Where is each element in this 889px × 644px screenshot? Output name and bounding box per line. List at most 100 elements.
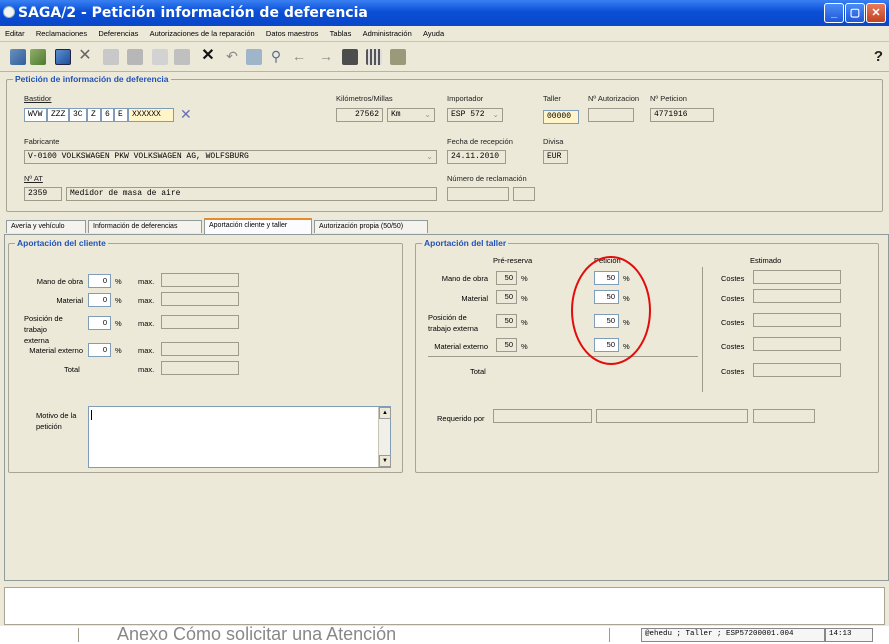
- estimado-separator: [702, 267, 703, 392]
- taller-field[interactable]: 00000: [543, 110, 579, 124]
- taller-posicion-externa-prereserva-field: 50: [496, 314, 517, 328]
- cliente-posicion-externa-max-field: [161, 315, 239, 329]
- taller-posicion-externa-pct-pre: %: [521, 318, 528, 327]
- menu-autorizaciones[interactable]: Autorizaciones de la reparación: [145, 26, 259, 38]
- cliente-posicion-externa-field[interactable]: 0: [88, 316, 111, 330]
- fabricante-label: Fabricante: [24, 137, 60, 146]
- scroll-down-icon[interactable]: ▼: [379, 455, 391, 467]
- taller-material-externo-pct-pre: %: [521, 342, 528, 351]
- status-separator-1: [78, 628, 79, 642]
- requerido-por-field-3: [753, 409, 815, 423]
- menu-editar[interactable]: Editar: [0, 26, 29, 38]
- km-unit-select[interactable]: Km ⌄: [387, 108, 435, 122]
- cliente-material-field[interactable]: 0: [88, 293, 111, 307]
- taller-mano-obra-pct-pre: %: [521, 274, 528, 283]
- cliente-posicion-externa-label: Posición de trabajo externa: [24, 314, 63, 345]
- bastidor-serial-field[interactable]: XXXXXX: [128, 108, 174, 122]
- clear-vin-icon[interactable]: ✕: [180, 106, 192, 123]
- taller-total-label: Total: [470, 367, 486, 376]
- search-icon[interactable]: ⚲: [268, 49, 284, 65]
- window-title-bar: SAGA/2 - Petición información de deferen…: [0, 0, 889, 26]
- cliente-material-label: Material: [56, 296, 83, 305]
- n-reclamacion-label: Número de reclamación: [447, 174, 527, 183]
- chevron-down-icon: ⌄: [492, 111, 499, 120]
- paste-icon[interactable]: [174, 49, 190, 65]
- maximize-button[interactable]: ▢: [845, 3, 865, 23]
- taller-mano-obra-prereserva-field: 50: [496, 271, 517, 285]
- cliente-material-externo-field[interactable]: 0: [88, 343, 111, 357]
- tab-autorizacion-propia[interactable]: Autorización propia (50/50): [314, 220, 428, 233]
- cliente-mano-obra-field[interactable]: 0: [88, 274, 111, 288]
- highlight-circle: [571, 256, 651, 365]
- menu-administracion[interactable]: Administración: [358, 26, 416, 38]
- taller-posicion-externa-costes-field: [753, 313, 841, 327]
- taller-material-externo-prereserva-field: 50: [496, 338, 517, 352]
- cliente-material-externo-max-field: [161, 342, 239, 356]
- bastidor-plant-field[interactable]: E: [114, 108, 128, 122]
- arrow-left-icon[interactable]: ←: [291, 49, 307, 65]
- bastidor-wmi-field[interactable]: WVW: [24, 108, 47, 122]
- importador-select[interactable]: ESP 572 ⌄: [447, 108, 503, 122]
- importador-label: Importador: [447, 94, 484, 103]
- cliente-total-max-field: [161, 361, 239, 375]
- taller-material-externo-costes-field: [753, 337, 841, 351]
- fecha-recepcion-label: Fecha de recepción: [447, 137, 513, 146]
- scroll-up-icon[interactable]: ▲: [379, 407, 391, 419]
- copy-icon[interactable]: [103, 49, 119, 65]
- cliente-title: Aportación del cliente: [15, 238, 108, 248]
- taller-material-externo-label: Material externo: [434, 342, 488, 351]
- menu-bar: Editar Reclamaciones Deferencias Autoriz…: [0, 26, 889, 42]
- taller-mano-obra-label: Mano de obra: [441, 274, 488, 283]
- cliente-material-externo-label: Material externo: [29, 346, 83, 355]
- menu-ayuda[interactable]: Ayuda: [418, 26, 448, 38]
- tab-informacion-deferencias[interactable]: Información de deferencias: [88, 220, 202, 233]
- n-autorizacion-field: [588, 108, 634, 122]
- arrow-right-icon[interactable]: →: [318, 49, 334, 65]
- taller-posicion-externa-costes-label: Costes: [721, 318, 745, 327]
- menu-deferencias[interactable]: Deferencias: [93, 26, 142, 38]
- info-panel-icon[interactable]: [390, 49, 406, 65]
- delete-icon[interactable]: ✕: [77, 48, 93, 65]
- taller-material-label: Material: [461, 294, 488, 303]
- bastidor-check-field[interactable]: Z: [87, 108, 101, 122]
- undo-icon[interactable]: ↶: [224, 49, 240, 65]
- status-session: @ehedu ; Taller ; ESP57200001.004: [641, 628, 825, 642]
- binoculars-icon[interactable]: [246, 49, 262, 65]
- tab-averia-vehiculo[interactable]: Avería y vehículo: [6, 220, 86, 233]
- n-autorizacion-label: Nº Autorizacion: [588, 94, 640, 103]
- menu-tablas[interactable]: Tablas: [325, 26, 356, 38]
- document-icon[interactable]: [152, 49, 168, 65]
- n-at-description-field: Medidor de masa de aire: [66, 187, 437, 201]
- motivo-scrollbar[interactable]: ▲ ▼: [378, 407, 391, 467]
- barcode-icon[interactable]: [366, 49, 382, 65]
- print-preview-icon[interactable]: [127, 49, 143, 65]
- cancel-icon[interactable]: ✕: [200, 48, 216, 65]
- fabricante-select[interactable]: V-0100 VOLKSWAGEN PKW VOLKSWAGEN AG, WOL…: [24, 150, 437, 164]
- close-button[interactable]: ✕: [866, 3, 886, 23]
- app-icon: [3, 6, 15, 18]
- col-estimado-header: Estimado: [750, 256, 782, 265]
- menu-datos-maestros[interactable]: Datos maestros: [261, 26, 323, 38]
- cliente-material-max-label: max.: [138, 296, 155, 305]
- taller-material-externo-costes-label: Costes: [721, 342, 745, 351]
- n-peticion-field: 4771916: [650, 108, 714, 122]
- bastidor-model-field[interactable]: 3C: [69, 108, 87, 122]
- chevron-down-icon: ⌄: [426, 153, 433, 162]
- menu-reclamaciones[interactable]: Reclamaciones: [31, 26, 91, 38]
- cliente-mano-obra-max-label: max.: [138, 277, 155, 286]
- save-icon[interactable]: [55, 49, 71, 65]
- new-record-icon[interactable]: [10, 49, 26, 65]
- bastidor-label: Bastidor: [24, 94, 52, 103]
- n-reclamacion-field: [447, 187, 509, 201]
- printer-icon[interactable]: [342, 49, 358, 65]
- bastidor-year-field[interactable]: 6: [101, 108, 114, 122]
- motivo-peticion-textarea[interactable]: ▲ ▼: [88, 406, 391, 468]
- minimize-button[interactable]: _: [824, 3, 844, 23]
- help-icon[interactable]: ?: [874, 48, 883, 65]
- tab-aportacion-cliente-taller[interactable]: Aportación cliente y taller: [204, 218, 312, 234]
- bastidor-vds-field[interactable]: ZZZ: [47, 108, 69, 122]
- overlay-caption: Anexo Cómo solicitar una Atención: [117, 624, 397, 644]
- text-cursor: [91, 410, 92, 420]
- cliente-mano-obra-max-field: [161, 273, 239, 287]
- tree-icon[interactable]: [30, 49, 46, 65]
